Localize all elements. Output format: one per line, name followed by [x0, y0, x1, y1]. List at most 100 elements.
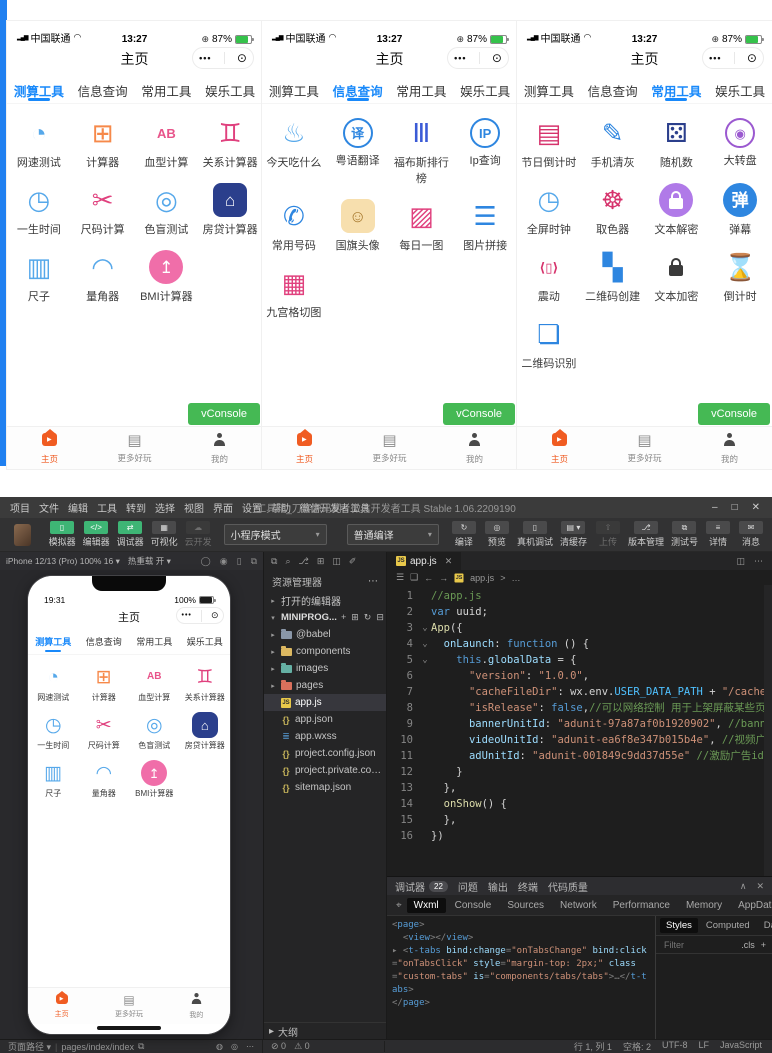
devtools-tab-Sources[interactable]: Sources	[500, 898, 551, 913]
fold-icon[interactable]: ⌄	[419, 620, 431, 636]
devtools-tab-Wxml[interactable]: Wxml	[407, 898, 446, 913]
page-path-select[interactable]: 页面路径 ▾	[8, 1040, 51, 1053]
tabbar-item-mine[interactable]: 我的	[163, 992, 230, 1020]
editor-tab-appjs[interactable]: JS app.js ✕	[387, 552, 461, 570]
tree-item-app.json[interactable]: {}app.json	[264, 711, 386, 728]
tab-娱乐工具[interactable]: 娱乐工具	[198, 73, 262, 103]
menu-项目[interactable]: 项目	[10, 500, 30, 515]
devtools-tab-Console[interactable]: Console	[448, 898, 499, 913]
tab-常用工具[interactable]: 常用工具	[390, 73, 454, 103]
wxml-line[interactable]: ▸ <t-tabs bind:change="onTabsChange" bin…	[392, 945, 650, 997]
tool-item[interactable]: ☰图片拼接	[453, 199, 517, 253]
tool-item[interactable]: ▦九宫格切图	[262, 266, 326, 320]
indent-setting[interactable]: 空格: 2	[623, 1040, 651, 1053]
tab-娱乐工具[interactable]: 娱乐工具	[453, 73, 517, 103]
window-icon[interactable]: ◫	[332, 556, 341, 567]
breadcrumb-more[interactable]: …	[511, 573, 520, 583]
tool-item[interactable]: ♊关系计算器	[180, 664, 231, 703]
vconsole-button[interactable]: vConsole	[443, 403, 515, 425]
tabbar-item-home[interactable]: 主页	[517, 431, 602, 465]
devtools-tab-AppData[interactable]: AppData	[731, 898, 772, 913]
tool-item[interactable]: IPIp查询	[453, 116, 517, 186]
tree-item-@babel[interactable]: ▸@babel	[264, 626, 386, 643]
tab-测算工具[interactable]: 测算工具	[262, 73, 326, 103]
tool-item[interactable]: ♊关系计算器	[198, 116, 262, 170]
errors-count[interactable]: ⊘ 0	[271, 1041, 286, 1052]
bookmark-icon[interactable]: ❑	[410, 572, 418, 583]
menu-界面[interactable]: 界面	[213, 500, 233, 515]
tab-测算工具[interactable]: 测算工具	[28, 629, 79, 654]
search-icon[interactable]: ⌕	[285, 556, 290, 567]
tool-item[interactable]: ☸取色器	[581, 183, 645, 237]
tab-娱乐工具[interactable]: 娱乐工具	[180, 629, 231, 654]
tool-item[interactable]: ▥尺子	[7, 250, 71, 304]
minimize-button[interactable]: –	[712, 502, 718, 513]
refresh-icon[interactable]: ↻	[364, 612, 372, 623]
toolbar-button-测试号[interactable]: ⧉测试号	[671, 521, 698, 548]
tool-item[interactable]: ✎手机清灰	[581, 116, 645, 170]
tool-item[interactable]: ✆常用号码	[262, 199, 326, 253]
tool-item[interactable]: ⚄随机数	[645, 116, 709, 170]
wxml-line[interactable]: <view></view>	[392, 932, 650, 945]
tabbar-item-mine[interactable]: 我的	[432, 431, 517, 465]
tab-信息查询[interactable]: 信息查询	[71, 73, 135, 103]
tree-item-project.private.config.js…[interactable]: {}project.private.config.js…	[264, 762, 386, 779]
capsule-menu[interactable]: •••⊙	[192, 47, 254, 69]
toolbar-button-详情[interactable]: ≡详情	[705, 521, 731, 548]
toolbar-button-消息[interactable]: ✉消息	[738, 521, 764, 548]
close-button[interactable]: ✕	[752, 502, 760, 513]
tool-item[interactable]: AB血型计算	[135, 116, 199, 170]
debugger-section-终端[interactable]: 终端	[518, 879, 538, 894]
compile-select[interactable]: 普通编译 ▾	[347, 524, 439, 545]
toolbar-button-编辑器[interactable]: </>编辑器	[83, 521, 110, 548]
toolbar-button-预览[interactable]: ◎预览	[484, 521, 510, 548]
tool-item[interactable]: ⊞计算器	[79, 664, 130, 703]
forward-icon[interactable]: →	[439, 573, 448, 583]
page-path-value[interactable]: pages/index/index	[61, 1042, 134, 1052]
hot-reload-toggle[interactable]: 热重载 开 ▾	[128, 555, 171, 567]
tool-item[interactable]: ◔网速测试	[7, 116, 71, 170]
back-icon[interactable]: ←	[424, 573, 433, 583]
menu-选择[interactable]: 选择	[155, 500, 175, 515]
debugger-section-代码质量[interactable]: 代码质量	[548, 879, 588, 894]
tabbar-item-more-fun[interactable]: ▤更多好玩	[602, 432, 687, 464]
toolbar-button-可视化[interactable]: ▦可视化	[151, 521, 178, 548]
float-window-icon[interactable]: ⧉	[251, 556, 257, 567]
code-editor[interactable]: 1//app.js2var uuid;3⌄App({4⌄ onLaunch: f…	[387, 585, 772, 876]
styles-tab-Styles[interactable]: Styles	[660, 918, 698, 933]
toolbar-button-编译[interactable]: ↻编译	[451, 521, 477, 548]
inspect-element-icon[interactable]: ⌖	[393, 900, 405, 911]
fold-icon[interactable]: ⌄	[419, 652, 431, 668]
maximize-button[interactable]: □	[732, 502, 738, 513]
capsule-menu[interactable]: •••⊙	[702, 47, 764, 69]
tab-常用工具[interactable]: 常用工具	[645, 73, 709, 103]
collapse-icon[interactable]: ∧	[740, 881, 747, 892]
vconsole-button[interactable]: vConsole	[188, 403, 260, 425]
tab-常用工具[interactable]: 常用工具	[129, 629, 180, 654]
debugger-title[interactable]: 调试器	[395, 879, 425, 894]
open-editors-section[interactable]: ▸打开的编辑器	[264, 592, 386, 609]
tabbar-item-more-fun[interactable]: ▤更多好玩	[347, 432, 432, 464]
list-icon[interactable]: ☰	[396, 572, 404, 583]
tool-item[interactable]: ◠量角器	[71, 250, 135, 304]
close-icon[interactable]: ✕	[445, 556, 453, 567]
devtools-tab-Network[interactable]: Network	[553, 898, 604, 913]
tool-item[interactable]: ☺国旗头像	[326, 199, 390, 253]
warnings-count[interactable]: ⚠ 0	[294, 1041, 310, 1052]
tool-item[interactable]: 弹弹幕	[708, 183, 772, 237]
breadcrumb-file[interactable]: app.js	[470, 573, 494, 583]
tool-item[interactable]: ↥BMI计算器	[129, 760, 180, 799]
files-icon[interactable]: ⧉	[271, 556, 277, 567]
add-class-icon[interactable]: +	[761, 940, 766, 950]
split-editor-icon[interactable]: ◫	[736, 556, 745, 567]
tool-item[interactable]: ⊞计算器	[71, 116, 135, 170]
tabbar-item-home[interactable]: 主页	[7, 431, 92, 465]
tree-item-project.config.json[interactable]: {}project.config.json	[264, 745, 386, 762]
tabbar-item-mine[interactable]: 我的	[687, 431, 772, 465]
tool-item[interactable]: ◷全屏时钟	[517, 183, 581, 237]
debugger-section-问题[interactable]: 问题	[458, 879, 478, 894]
styles-tab-Dataset[interactable]: Dataset	[758, 918, 772, 933]
outline-section[interactable]: ▸ 大纲	[264, 1022, 386, 1039]
tab-测算工具[interactable]: 测算工具	[517, 73, 581, 103]
perf-icon[interactable]: ◍	[216, 1042, 223, 1051]
